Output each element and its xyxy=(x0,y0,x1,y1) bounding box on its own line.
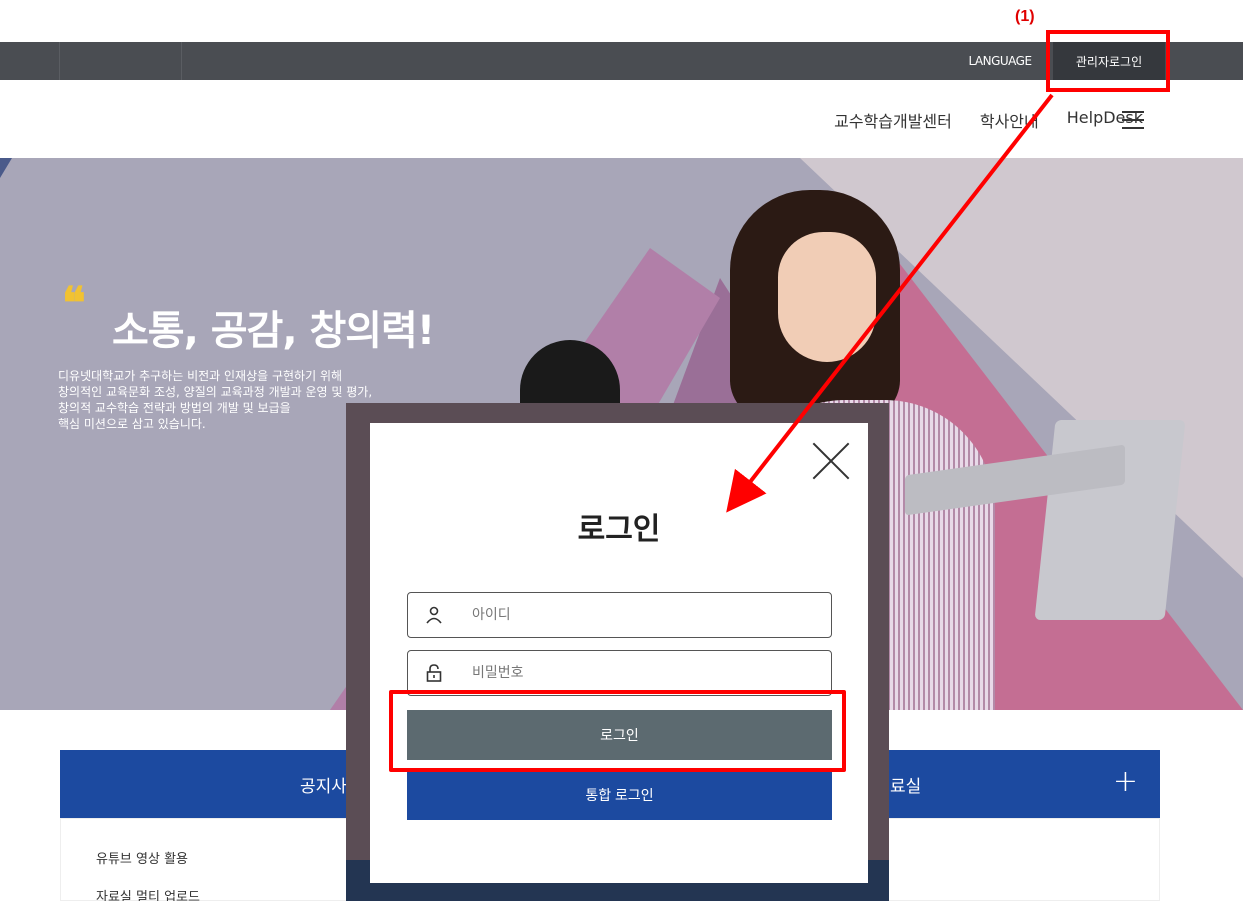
user-icon xyxy=(426,606,442,624)
close-icon[interactable] xyxy=(810,440,852,482)
notice-panel-title: 공지사 xyxy=(300,777,347,797)
page: LANGUAGE 관리자로그인 교수학습개발센터 학사안내 HelpDesk ❝… xyxy=(0,0,1243,901)
main-nav: 교수학습개발센터 학사안내 HelpDesk xyxy=(834,108,1143,132)
sso-login-button[interactable]: 통합 로그인 xyxy=(407,770,832,820)
password-input[interactable] xyxy=(472,661,812,685)
annotation-step-label: (1) xyxy=(1015,8,1035,25)
hamburger-icon[interactable] xyxy=(1122,111,1144,129)
hero-description-line: 창의적인 교육문화 조성, 양질의 교육과정 개발과 운영 및 평가, xyxy=(58,385,373,399)
list-item[interactable]: 유튜브 영상 활용 xyxy=(96,848,188,867)
hero-description-line: 디유넷대학교가 추구하는 비전과 인재상을 구현하기 위해 xyxy=(58,369,343,383)
utility-bar-segment xyxy=(60,42,182,80)
nav-item-academic-info[interactable]: 학사안내 xyxy=(980,108,1039,132)
utility-bar-segment xyxy=(0,42,60,80)
lock-icon xyxy=(426,664,442,682)
archive-panel-title: 료실 xyxy=(890,777,922,797)
id-input[interactable] xyxy=(472,603,812,627)
id-field[interactable] xyxy=(407,592,832,638)
list-item[interactable]: 자료실 멀티 업로드 xyxy=(96,886,200,901)
language-button[interactable]: LANGUAGE xyxy=(955,42,1045,80)
login-modal-title: 로그인 xyxy=(577,512,661,547)
hero-headline: 소통, 공감, 창의력! xyxy=(112,308,435,354)
nav-item-teaching-center[interactable]: 교수학습개발센터 xyxy=(834,108,952,132)
woman-face xyxy=(778,232,876,362)
annotation-highlight-admin-login xyxy=(1046,30,1170,92)
quote-mark-icon: ❝ xyxy=(62,278,86,329)
annotation-highlight-login-button xyxy=(389,690,846,772)
archive-panel-header[interactable]: 료실 + xyxy=(870,750,1160,818)
plus-icon[interactable]: + xyxy=(1113,764,1138,799)
